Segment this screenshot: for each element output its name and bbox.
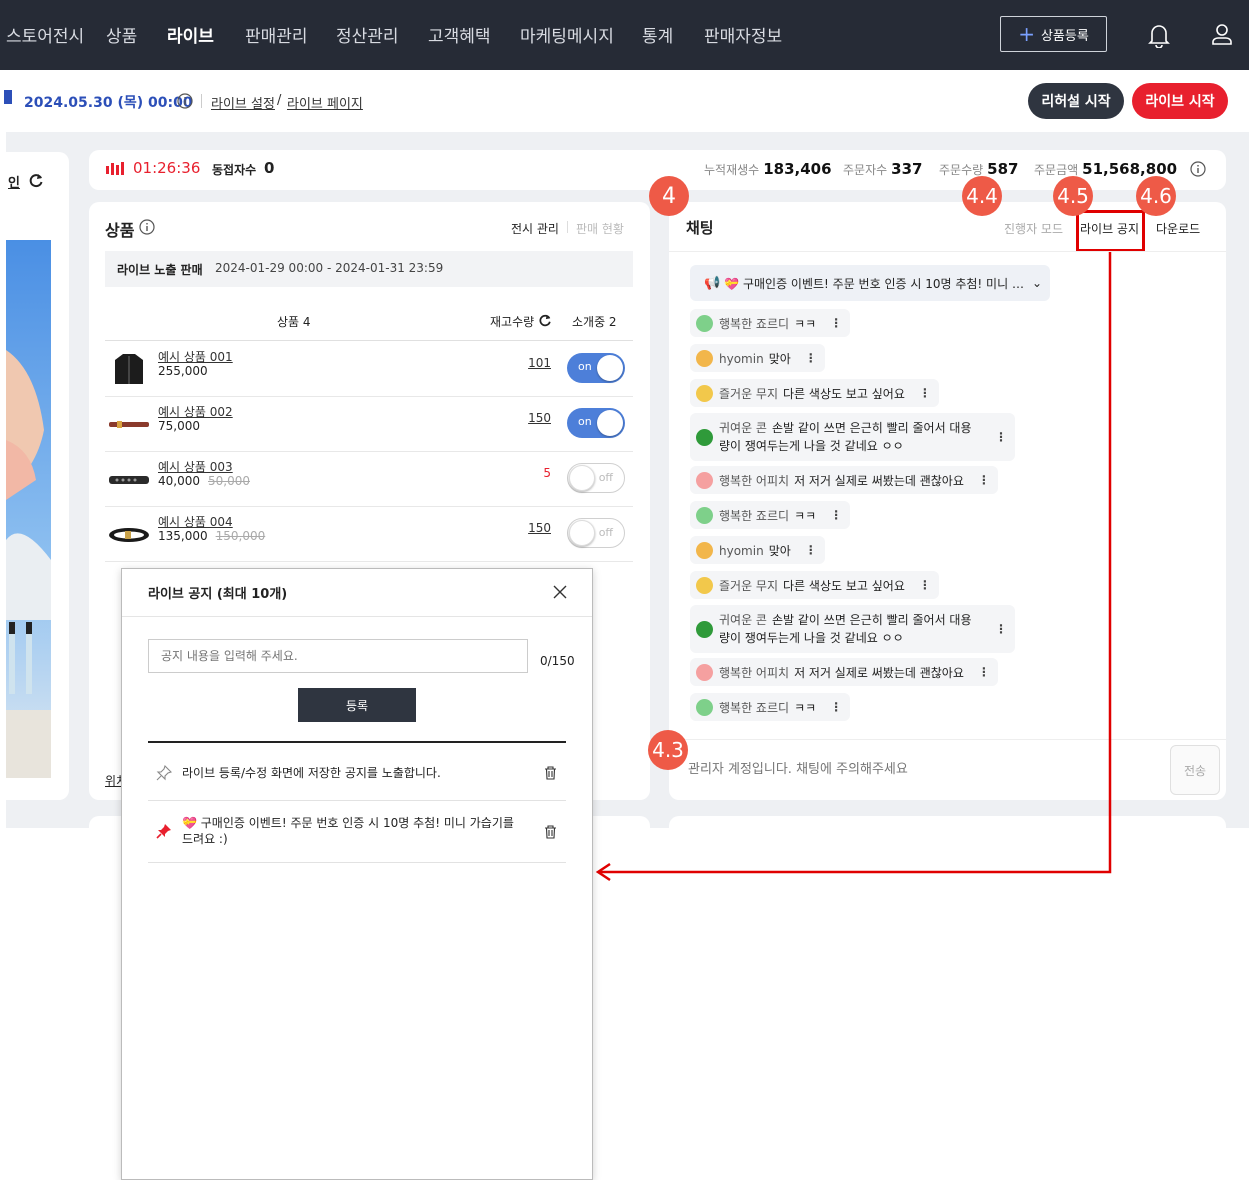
video-preview-card: 인 <box>6 152 69 800</box>
product-stock[interactable]: 150 <box>528 411 551 425</box>
refresh-icon[interactable] <box>28 172 44 188</box>
products-info-icon[interactable] <box>139 219 155 235</box>
col-stock: 재고수량 <box>490 315 535 329</box>
product-row: 예시 상품 004 135,000 150,000 150 off <box>105 507 633 562</box>
annotation-badge: 4.5 <box>1053 176 1093 216</box>
nav-item-sales[interactable]: 판매관리 <box>245 22 308 47</box>
trash-icon[interactable] <box>544 766 557 780</box>
live-start-button[interactable]: 라이브 시작 <box>1132 83 1228 119</box>
product-price: 75,000 <box>158 419 200 433</box>
live-date: 2024.05.30 (목) 00:00 <box>24 95 193 111</box>
plays-label: 누적재생수 <box>704 163 760 177</box>
plus-icon: + <box>1018 22 1035 46</box>
nav-item-live[interactable]: 라이브 <box>167 22 214 47</box>
notice-item[interactable]: 라이브 등록/수정 화면에 저장한 공지를 노출합니다. <box>148 743 566 801</box>
close-icon[interactable] <box>553 585 567 599</box>
product-price: 40,000 50,000 <box>158 474 250 488</box>
char-counter: 0/150 <box>540 654 575 668</box>
product-name[interactable]: 예시 상품 003 <box>158 458 233 475</box>
stock-refresh-icon[interactable] <box>538 313 552 327</box>
host-mode-tab[interactable]: 진행자 모드 <box>1004 220 1063 237</box>
product-row: 예시 상품 002 75,000 150 on <box>105 397 633 452</box>
preview-label[interactable]: 인 <box>8 172 20 191</box>
modal-title: 라이브 공지 (최대 10개) <box>148 587 288 602</box>
top-nav: 스토어전시 상품 라이브 판매관리 정산관리 고객혜택 마케팅메시지 통계 판매… <box>0 0 1249 70</box>
product-price: 255,000 <box>158 364 208 378</box>
product-thumbnail-black-belt <box>109 528 149 542</box>
live-page-link[interactable]: 라이브 페이지 <box>287 93 363 112</box>
product-stock-low[interactable]: 5 <box>543 466 551 480</box>
info-icon[interactable] <box>177 93 193 109</box>
concurrent-value: 0 <box>264 159 275 177</box>
user-icon[interactable] <box>1210 22 1234 46</box>
product-stock[interactable]: 150 <box>528 521 551 535</box>
product-row: 예시 상품 003 40,000 50,000 5 off <box>105 452 633 507</box>
product-price: 135,000 150,000 <box>158 529 266 543</box>
product-table-header: 상품 4 재고수량 소개중 2 <box>105 300 633 341</box>
tab-sales-status[interactable]: 판매 현황 <box>576 220 624 237</box>
product-row: 예시 상품 001 255,000 101 on <box>105 342 633 397</box>
nav-item-stats[interactable]: 통계 <box>642 22 673 47</box>
notice-item[interactable]: 💝 구매인증 이벤트! 주문 번호 인증 시 10명 추첨! 미니 가습기를 드… <box>148 801 566 863</box>
pin-filled-icon[interactable] <box>156 823 172 839</box>
product-name[interactable]: 예시 상품 001 <box>158 348 233 365</box>
live-timer: 01:26:36 <box>133 159 201 177</box>
buyers-value: 337 <box>891 160 923 178</box>
notice-text: 💝 구매인증 이벤트! 주문 번호 인증 시 10명 추첨! 미니 가습기를 드… <box>182 816 514 846</box>
status-marker <box>4 90 12 104</box>
concurrent-label: 동접자수 <box>212 163 257 177</box>
stats-info-icon[interactable] <box>1190 161 1206 177</box>
buyers-label: 주문자수 <box>843 163 888 177</box>
product-name[interactable]: 예시 상품 002 <box>158 403 233 420</box>
live-settings-link[interactable]: 라이브 설정 <box>211 93 275 112</box>
order-amount-label: 주문금액 <box>1034 163 1079 177</box>
nav-item-store-display[interactable]: 스토어전시 <box>6 22 84 47</box>
highlight-box <box>1076 210 1145 252</box>
pin-outline-icon[interactable] <box>156 765 172 781</box>
annotation-badge: 4.4 <box>962 176 1002 216</box>
product-register-button[interactable]: + 상품등록 <box>1000 16 1107 52</box>
link-separator: / <box>277 93 282 108</box>
plays-value: 183,406 <box>763 160 832 178</box>
modal-header-divider <box>122 616 592 617</box>
live-preview-image <box>6 240 51 778</box>
sale-period-box: 라이브 노출 판매 2024-01-29 00:00 - 2024-01-31 … <box>105 251 633 287</box>
annotation-arrow <box>595 252 1112 882</box>
nav-item-marketing[interactable]: 마케팅메시지 <box>520 22 614 47</box>
col-products: 상품 4 <box>277 315 311 329</box>
live-notice-modal: 라이브 공지 (최대 10개) 0/150 등록 라이브 등록/수정 화면에 저… <box>121 568 593 1180</box>
notice-submit-button[interactable]: 등록 <box>298 688 416 722</box>
order-qty-label: 주문수량 <box>939 163 984 177</box>
nav-item-seller-info[interactable]: 판매자정보 <box>704 22 782 47</box>
product-stock[interactable]: 101 <box>528 356 551 370</box>
nav-item-products[interactable]: 상품 <box>106 22 137 47</box>
order-amount-value: 51,568,800 <box>1082 160 1178 178</box>
product-thumbnail-studded-belt <box>109 476 149 484</box>
bell-icon[interactable] <box>1148 22 1170 48</box>
product-name[interactable]: 예시 상품 004 <box>158 513 233 530</box>
nav-item-settlement[interactable]: 정산관리 <box>336 22 399 47</box>
send-button[interactable]: 전송 <box>1170 745 1220 795</box>
tab-display-manage[interactable]: 전시 관리 <box>511 220 559 237</box>
product-thumbnail-jacket <box>115 354 143 384</box>
notice-text: 라이브 등록/수정 화면에 저장한 공지를 노출합니다. <box>182 766 441 780</box>
sale-period: 2024-01-29 00:00 - 2024-01-31 23:59 <box>215 261 444 275</box>
product-thumbnail-belt <box>109 421 149 428</box>
sale-label: 라이브 노출 판매 <box>117 263 203 277</box>
products-title: 상품 <box>105 221 135 240</box>
tab-divider <box>567 221 568 233</box>
nav-item-benefits[interactable]: 고객혜택 <box>428 22 491 47</box>
annotation-badge: 4.6 <box>1136 176 1176 216</box>
divider <box>201 94 202 108</box>
download-tab[interactable]: 다운로드 <box>1156 220 1200 237</box>
rehearsal-start-button[interactable]: 리허설 시작 <box>1028 83 1124 119</box>
chat-title: 채팅 <box>686 219 714 237</box>
trash-icon[interactable] <box>544 825 557 839</box>
product-register-label: 상품등록 <box>1040 28 1089 44</box>
order-qty-value: 587 <box>987 160 1019 178</box>
live-indicator-icon <box>106 162 124 175</box>
notice-input[interactable] <box>148 639 528 673</box>
annotation-badge: 4 <box>649 176 689 216</box>
